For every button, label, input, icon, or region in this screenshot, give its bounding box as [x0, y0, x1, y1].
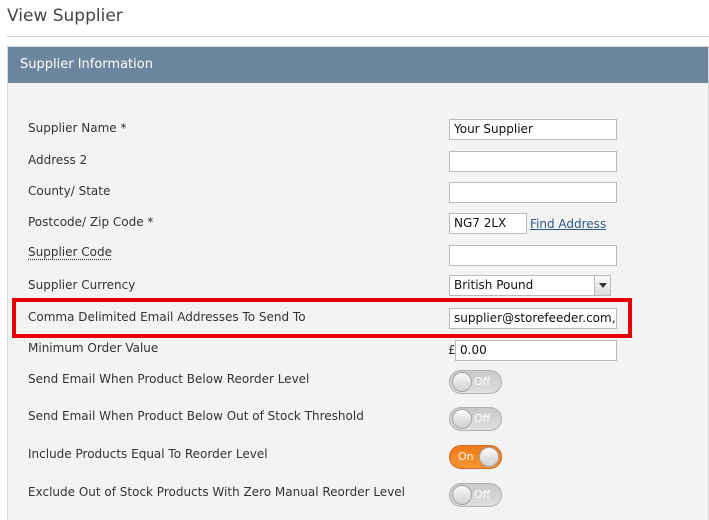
- toggle-row: Include Products Equal To Reorder Level …: [8, 445, 708, 473]
- address2-row: Address 2: [8, 151, 708, 181]
- min-order-row: Minimum Order Value £ 0.00: [8, 340, 708, 370]
- toggle-label: Exclude Out of Stock Products With Zero …: [28, 485, 406, 499]
- county-input[interactable]: [449, 182, 617, 203]
- toggle-state: Off: [474, 488, 491, 501]
- title-divider: [7, 36, 709, 37]
- toggle-state: On: [458, 450, 474, 463]
- min-order-label: Minimum Order Value: [28, 341, 159, 355]
- toggle-knob: [479, 447, 499, 467]
- supplier-code-label: Supplier Code: [28, 245, 112, 259]
- address2-label: Address 2: [28, 153, 88, 167]
- county-label: County/ State: [28, 184, 111, 198]
- supplier-code-input[interactable]: [449, 245, 617, 266]
- toggle-label: Send Email When Product Below Out of Sto…: [28, 409, 364, 423]
- currency-select-value: British Pound: [454, 278, 534, 292]
- toggle-row: Send Email When Product Below Reorder Le…: [8, 370, 708, 398]
- supplier-information-panel: Supplier Information Supplier Name * You…: [7, 46, 709, 520]
- postcode-label: Postcode/ Zip Code *: [28, 215, 154, 229]
- toggle-row: Send Email When Product Below Out of Sto…: [8, 407, 708, 435]
- toggle-knob: [452, 372, 472, 392]
- postcode-row: Postcode/ Zip Code * NG7 2LX Find Addres…: [8, 213, 708, 243]
- min-order-input[interactable]: 0.00: [455, 340, 617, 361]
- address2-input[interactable]: [449, 151, 617, 172]
- toggle-row: Exclude Out of Stock Products With Zero …: [8, 483, 708, 511]
- supplier-name-row: Supplier Name * Your Supplier: [8, 119, 708, 149]
- toggle-label: Send Email When Product Below Reorder Le…: [28, 372, 310, 386]
- postcode-input[interactable]: NG7 2LX: [449, 213, 527, 234]
- find-address-link[interactable]: Find Address: [530, 217, 606, 231]
- toggle-state: Off: [474, 412, 491, 425]
- include-equal-reorder-toggle[interactable]: On: [449, 445, 502, 469]
- currency-label: Supplier Currency: [28, 278, 136, 292]
- highlight-annotation-box: [12, 298, 632, 338]
- supplier-name-input[interactable]: Your Supplier: [449, 119, 617, 140]
- panel-header: Supplier Information: [8, 47, 708, 83]
- out-of-stock-email-toggle[interactable]: Off: [449, 407, 502, 431]
- exclude-zero-reorder-toggle[interactable]: Off: [449, 483, 502, 507]
- toggle-state: Off: [474, 375, 491, 388]
- toggle-label: Include Products Equal To Reorder Level: [28, 447, 268, 461]
- county-row: County/ State: [8, 182, 708, 212]
- reorder-email-toggle[interactable]: Off: [449, 370, 502, 394]
- currency-select[interactable]: British Pound: [449, 275, 611, 296]
- toggle-knob: [452, 485, 472, 505]
- toggle-knob: [452, 409, 472, 429]
- supplier-name-label: Supplier Name *: [28, 121, 127, 135]
- supplier-code-row: Supplier Code: [8, 245, 708, 275]
- chevron-down-icon[interactable]: [594, 276, 610, 295]
- page-title: View Supplier: [7, 6, 123, 26]
